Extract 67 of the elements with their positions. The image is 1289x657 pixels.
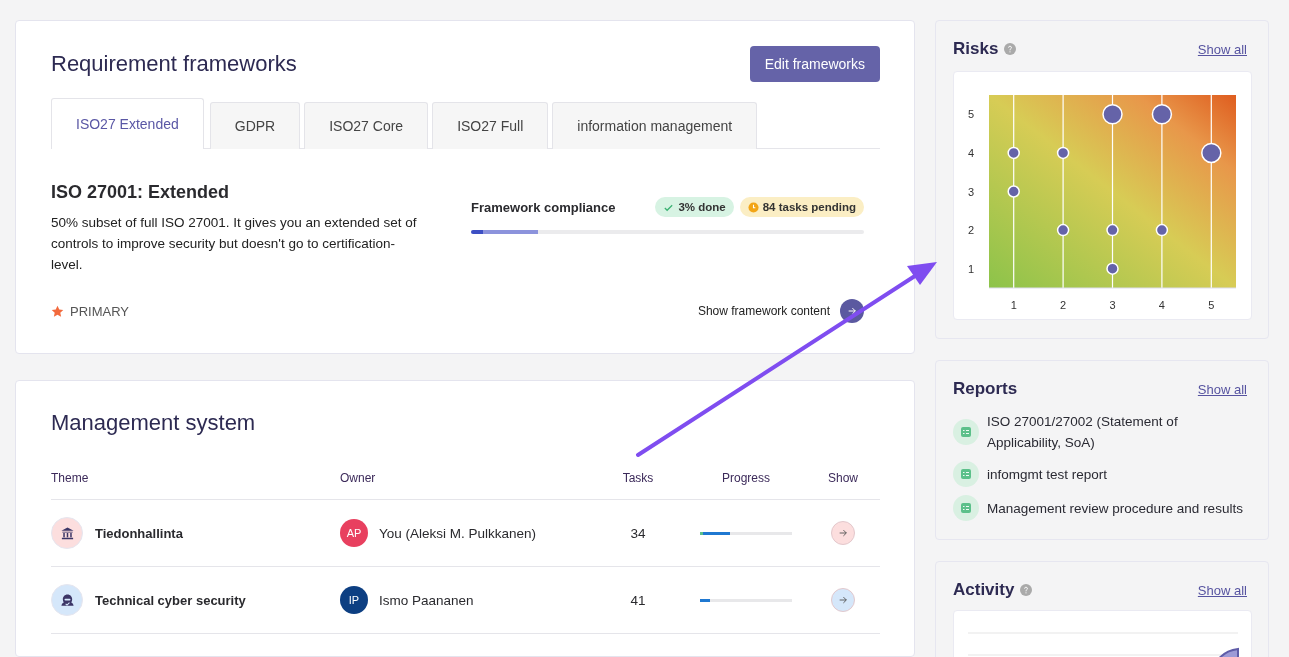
framework-tab[interactable]: ISO27 Full [432, 102, 549, 149]
risk-point[interactable] [1151, 104, 1173, 125]
theme-name: Tiedonhallinta [95, 525, 183, 541]
y-tick-label: 1 [967, 262, 975, 275]
report-link[interactable]: Management review procedure and results [987, 497, 1243, 519]
pending-text: 84 tasks pending [762, 201, 856, 213]
y-tick-label: 4 [967, 146, 975, 159]
y-tick-label: 2 [967, 224, 975, 237]
avatar-initials: AP [340, 519, 368, 547]
risk-point[interactable] [1056, 146, 1070, 160]
help-icon [1020, 584, 1033, 596]
risk-point[interactable] [1106, 223, 1119, 237]
risk-point[interactable] [1155, 223, 1169, 237]
show-all-link[interactable]: Show all [1197, 381, 1247, 397]
x-tick-label: 5 [1208, 299, 1215, 311]
report-link[interactable]: ISO 27001/27002 (Statement of Applicability, SoA) [987, 411, 1251, 453]
card-title: Management system [51, 410, 257, 436]
x-tick-label: 4 [1158, 299, 1165, 311]
column-header: Tasks [622, 471, 654, 485]
report-icon [953, 419, 979, 445]
arrow-right-icon [838, 528, 848, 538]
framework-tab[interactable]: information management [552, 102, 758, 149]
y-tick-label: 3 [967, 185, 975, 198]
panel-title: Activity [953, 580, 1015, 600]
help-icon [1004, 43, 1017, 55]
done-text: 3% done [678, 201, 726, 213]
framework-tab[interactable]: ISO27 Extended [51, 98, 204, 149]
risk-point[interactable] [1106, 262, 1119, 275]
show-all-link[interactable]: Show all [1197, 582, 1247, 598]
x-tick-label: 2 [1060, 299, 1067, 311]
avatar-initials: IP [340, 586, 368, 614]
framework-tab[interactable]: ISO27 Core [304, 102, 429, 149]
framework-name: ISO 27001: Extended [51, 182, 231, 203]
owner-name: You (Aleksi M. Pulkkanen) [379, 525, 537, 541]
risk-point[interactable] [1007, 146, 1020, 160]
report-icon [953, 461, 979, 487]
report-icon [953, 495, 979, 521]
report-link[interactable]: infomgmt test report [987, 463, 1108, 485]
panel-title: Reports [953, 379, 1018, 399]
risk-point[interactable] [1007, 185, 1020, 198]
clock-icon [747, 201, 759, 213]
card-title: Requirement frameworks [51, 51, 297, 77]
panel-title: Risks [953, 39, 999, 59]
framework-tab[interactable]: GDPR [209, 102, 301, 149]
arrow-right-icon [838, 595, 848, 605]
show-framework-content-link[interactable]: Show framework content [697, 304, 830, 318]
y-tick-label: 5 [967, 108, 975, 121]
x-tick-label: 1 [1010, 299, 1017, 311]
x-tick-label: 3 [1109, 299, 1116, 311]
task-count: 41 [630, 592, 646, 608]
column-header: Theme [51, 471, 90, 485]
star-icon [51, 304, 64, 318]
edit-frameworks-button[interactable]: Edit frameworks [749, 46, 880, 82]
risk-point[interactable] [1201, 142, 1222, 164]
task-count: 34 [630, 525, 646, 541]
primary-label: PRIMARY [70, 303, 129, 319]
owner-name: Ismo Paananen [379, 592, 474, 608]
column-header: Progress [722, 471, 770, 485]
show-all-link[interactable]: Show all [1197, 41, 1247, 57]
risk-point[interactable] [1056, 223, 1070, 237]
column-header: Owner [340, 471, 377, 485]
compliance-label: Framework compliance [471, 199, 616, 215]
arrow-right-icon [847, 306, 857, 316]
risk-point[interactable] [1102, 104, 1123, 125]
column-header: Show [828, 471, 858, 485]
framework-description: 50% subset of full ISO 27001. It gives you an extended set of controls to improve security but doesn't go to certification-level. [51, 214, 418, 274]
theme-name: Technical cyber security [95, 592, 246, 608]
